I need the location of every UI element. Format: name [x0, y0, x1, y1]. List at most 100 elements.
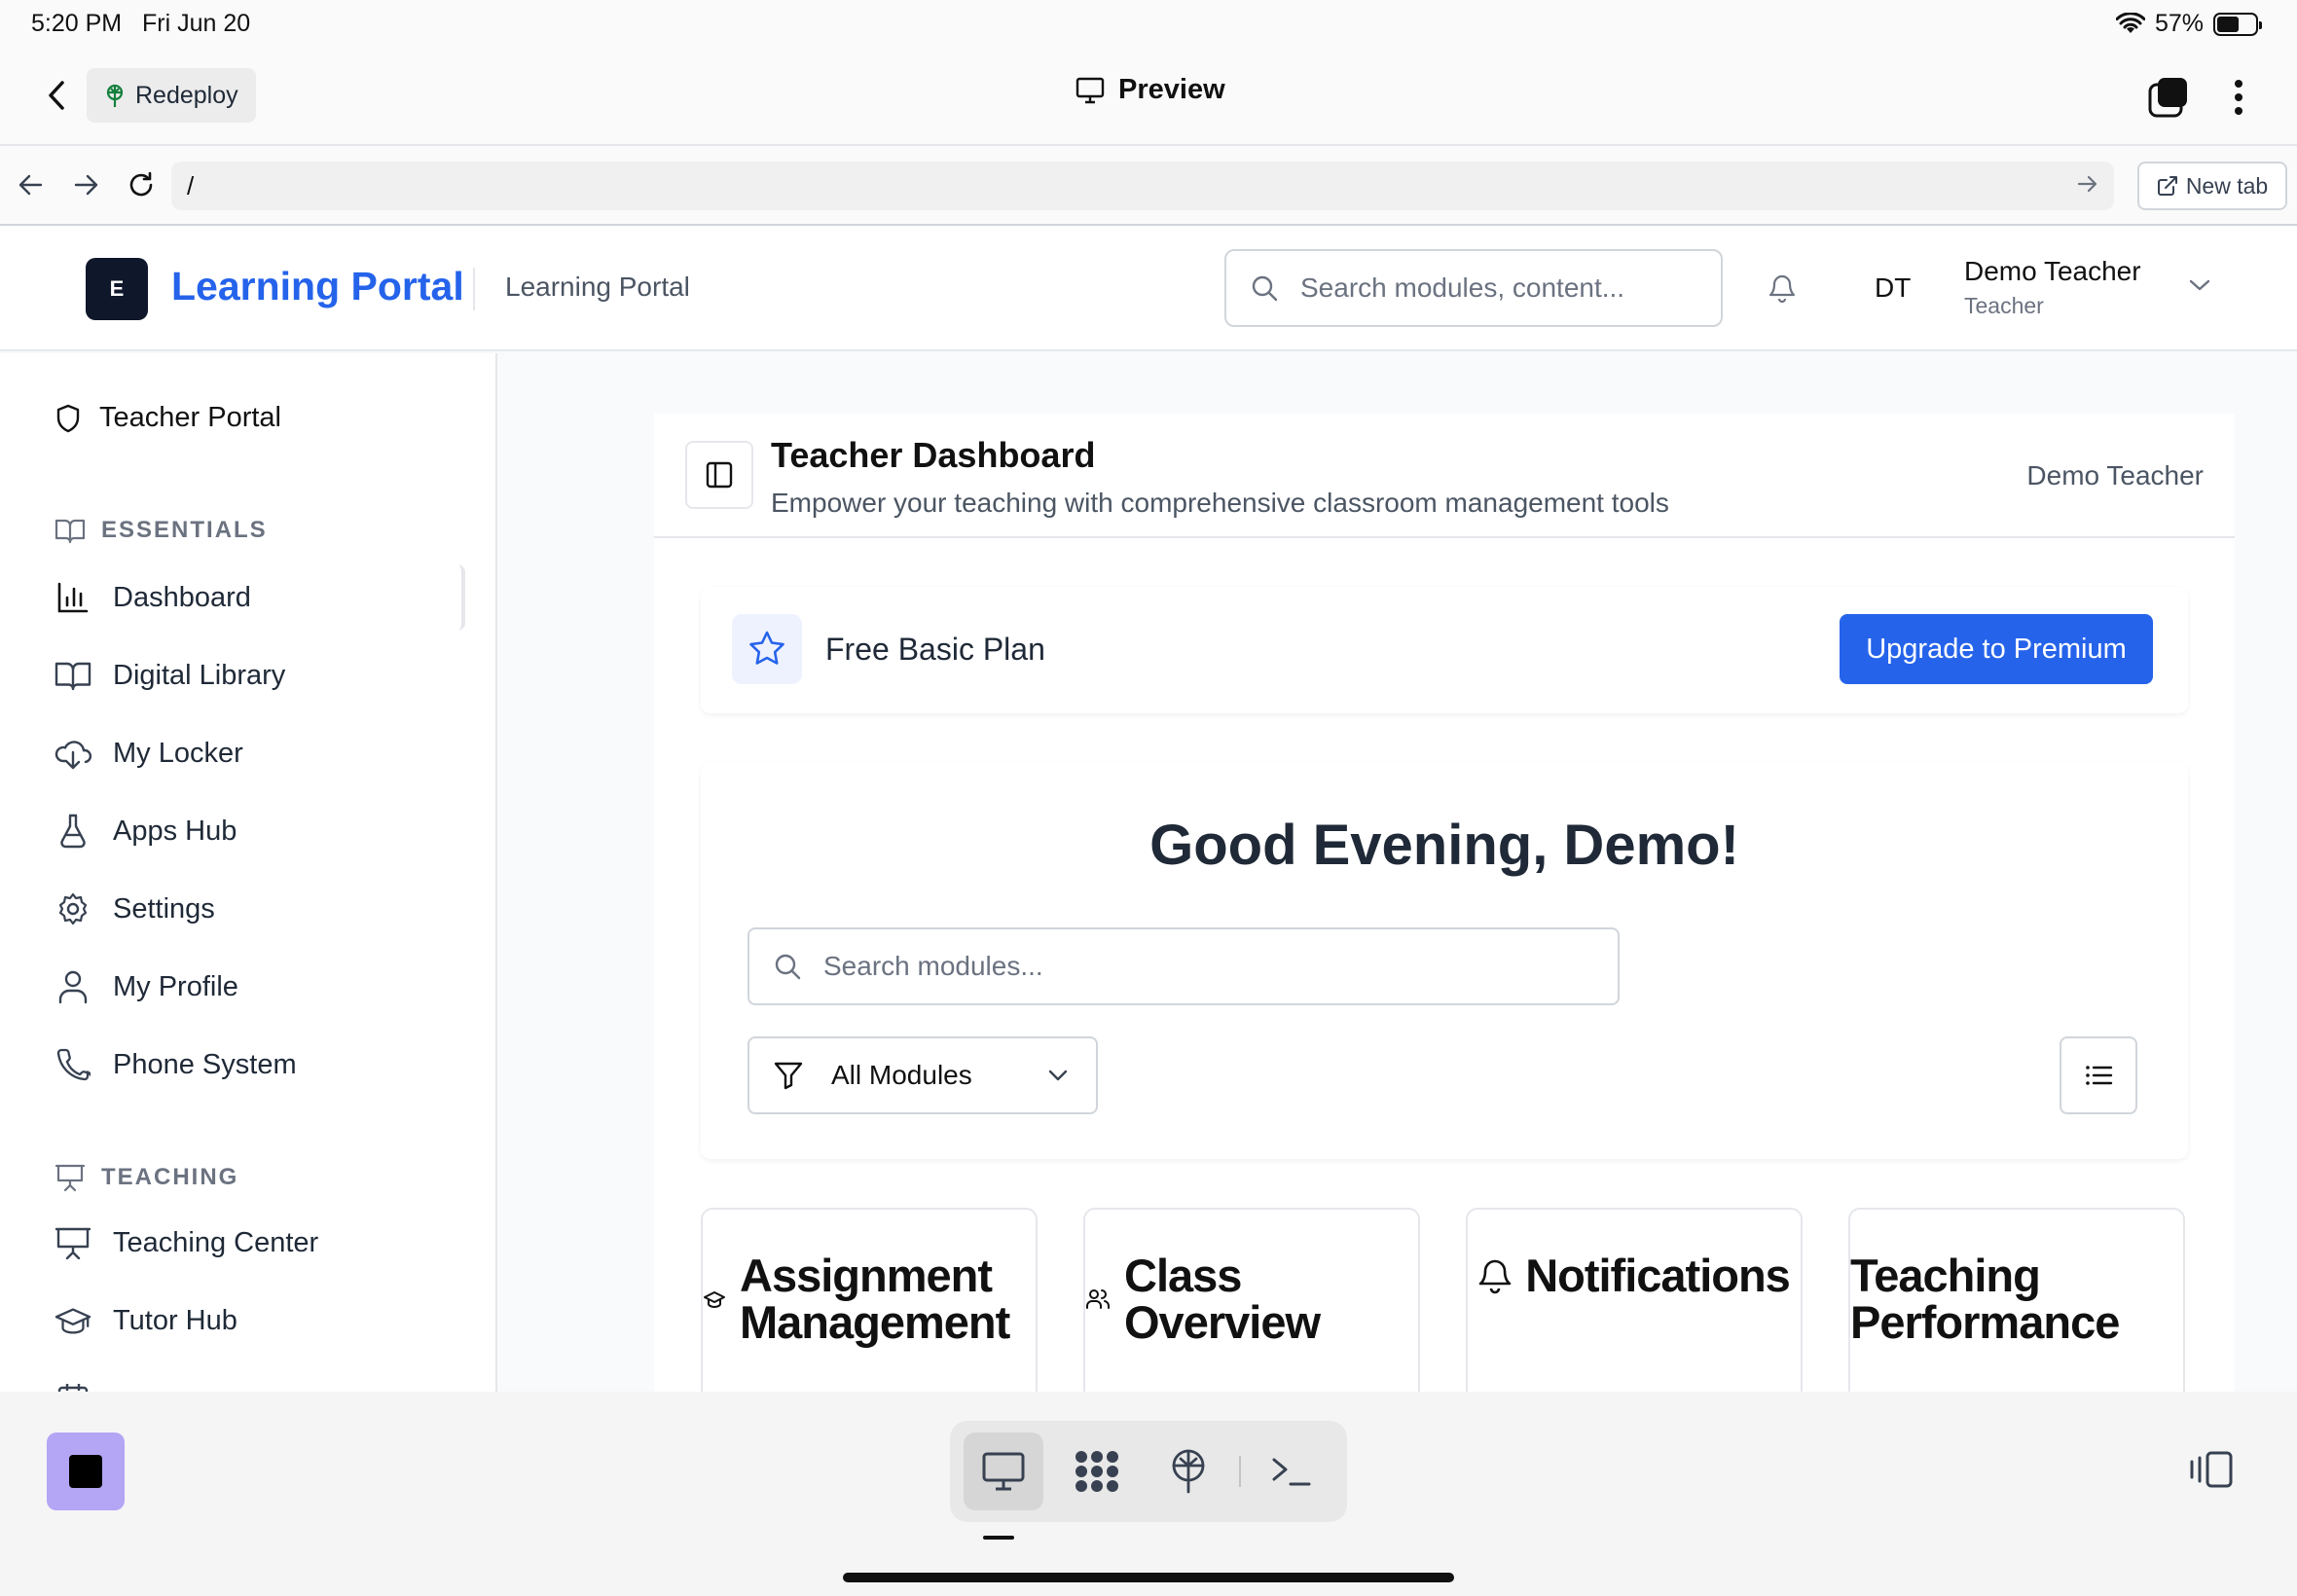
sidebar-item-my-locker[interactable]: My Locker [29, 720, 465, 786]
new-tab-button[interactable]: New tab [2137, 162, 2287, 210]
brand-name[interactable]: Learning Portal [171, 264, 464, 309]
module-card-header: Notifications [1468, 1252, 1801, 1299]
module-search[interactable] [747, 927, 1620, 1005]
presentation-icon [55, 1163, 86, 1192]
module-card-teaching-performance[interactable]: Teaching Performance [1848, 1208, 2185, 1392]
sidebar-item-settings[interactable]: Settings [29, 876, 465, 942]
module-card-assignment-management[interactable]: Assignment Management [701, 1208, 1038, 1392]
sidebar-item-digital-library[interactable]: Digital Library [29, 642, 465, 708]
module-title: Teaching Performance [1850, 1250, 2120, 1348]
module-card-class-overview[interactable]: Class Overview [1083, 1208, 1420, 1392]
search-icon [1250, 273, 1279, 303]
deploy-icon [104, 84, 126, 107]
dock-workflows-button[interactable] [1057, 1433, 1137, 1510]
presentation-icon [55, 1224, 91, 1261]
dock-terminal-button[interactable] [1252, 1433, 1331, 1510]
deploy-icon [1167, 1448, 1210, 1495]
calendar-icon [55, 1380, 91, 1392]
sidebar-item-dashboard[interactable]: Dashboard [29, 564, 465, 631]
module-card-header: Assignment Management [703, 1252, 1036, 1346]
sidebar-item-label: Apps Hub [113, 815, 237, 847]
module-title: Class Overview [1124, 1250, 1321, 1348]
dock-separator [1239, 1456, 1241, 1487]
sidebar-item-label: Tutor Hub [113, 1304, 237, 1336]
user-icon [55, 968, 91, 1005]
side-panel-icon [2188, 1450, 2235, 1489]
bar-chart-icon [55, 579, 91, 616]
side-panel-button[interactable] [2188, 1450, 2235, 1489]
sidebar-item-next[interactable] [29, 1365, 465, 1392]
header-subtitle: Learning Portal [505, 272, 690, 302]
home-indicator [843, 1573, 1454, 1582]
preview-title: Preview [1076, 74, 1225, 106]
chevron-down-icon[interactable] [2188, 277, 2211, 293]
reload-button[interactable] [123, 166, 160, 203]
back-button[interactable] [37, 76, 76, 115]
upgrade-button[interactable]: Upgrade to Premium [1840, 614, 2153, 684]
chevron-down-icon [1047, 1069, 1069, 1082]
go-arrow-icon[interactable] [2077, 173, 2098, 195]
sidebar-item-apps-hub[interactable]: Apps Hub [29, 798, 465, 864]
dock-active-indicator [983, 1536, 1014, 1540]
browser-forward-button[interactable] [68, 166, 105, 203]
sidebar-item-label: My Locker [113, 737, 243, 769]
module-card-header: Class Overview [1085, 1252, 1418, 1346]
section-teaching: TEACHING [55, 1163, 238, 1192]
bottom-dock-area [0, 1392, 2297, 1596]
flask-icon [55, 813, 91, 850]
stop-button[interactable] [47, 1433, 125, 1510]
sidebar: Teacher Portal ESSENTIALS Dashboard Digi… [0, 353, 497, 1392]
list-view-button[interactable] [2060, 1036, 2137, 1114]
bottom-dock [950, 1421, 1347, 1522]
filter-icon [773, 1061, 804, 1090]
battery-percent: 57% [2154, 10, 2204, 37]
header-search-input[interactable] [1300, 272, 1721, 304]
module-card-notifications[interactable]: Notifications [1466, 1208, 1803, 1392]
brand-logo[interactable]: E [86, 258, 148, 320]
sidebar-item-my-profile[interactable]: My Profile [29, 954, 465, 1020]
search-icon [773, 952, 802, 981]
status-date: Fri Jun 20 [142, 10, 251, 37]
plan-card: Free Basic Plan Upgrade to Premium [701, 587, 2188, 713]
shield-icon [55, 403, 82, 434]
wifi-icon [2115, 12, 2145, 36]
user-name[interactable]: Demo Teacher [1964, 256, 2141, 287]
more-options-button[interactable] [2227, 74, 2250, 121]
notifications-bell-icon[interactable] [1768, 272, 1797, 304]
new-tab-label: New tab [2185, 172, 2269, 199]
star-icon [732, 614, 802, 684]
teacher-portal-heading[interactable]: Teacher Portal [55, 402, 281, 434]
bell-icon [1478, 1257, 1512, 1294]
sidebar-item-label: Teaching Center [113, 1226, 319, 1258]
header-search[interactable] [1224, 249, 1723, 327]
tabs-button[interactable] [2147, 76, 2190, 119]
status-bar: 5:20 PM Fri Jun 20 57% [0, 0, 2297, 47]
sidebar-item-teaching-center[interactable]: Teaching Center [29, 1210, 465, 1276]
list-icon [2084, 1064, 2113, 1087]
redeploy-button[interactable]: Redeploy [87, 68, 256, 123]
browser-back-button[interactable] [12, 166, 49, 203]
external-link-icon [2157, 175, 2178, 197]
page-subtitle: Empower your teaching with comprehensive… [771, 488, 1669, 518]
section-essentials: ESSENTIALS [55, 517, 268, 544]
dock-preview-button[interactable] [964, 1433, 1043, 1510]
sidebar-item-label: Settings [113, 892, 215, 925]
site-header: E Learning Portal Learning Portal DT Dem… [0, 227, 2297, 351]
module-search-input[interactable] [823, 951, 1618, 982]
avatar[interactable]: DT [1875, 272, 1911, 304]
plan-name: Free Basic Plan [825, 632, 1045, 667]
cloud-download-icon [55, 735, 91, 772]
url-bar[interactable]: / [171, 162, 2114, 210]
app-toolbar: Redeploy Preview [0, 47, 2297, 146]
sidebar-toggle-button[interactable] [685, 441, 753, 509]
dock-deploy-button[interactable] [1148, 1433, 1228, 1510]
stop-icon [69, 1455, 102, 1488]
sidebar-item-tutor-hub[interactable]: Tutor Hub [29, 1288, 465, 1354]
url-text: / [187, 170, 195, 200]
module-filter-select[interactable]: All Modules [747, 1036, 1098, 1114]
battery-icon [2213, 12, 2262, 36]
users-icon [1085, 1288, 1111, 1311]
section-essentials-label: ESSENTIALS [101, 517, 268, 543]
terminal-icon [1271, 1456, 1312, 1487]
sidebar-item-phone-system[interactable]: Phone System [29, 1032, 465, 1098]
